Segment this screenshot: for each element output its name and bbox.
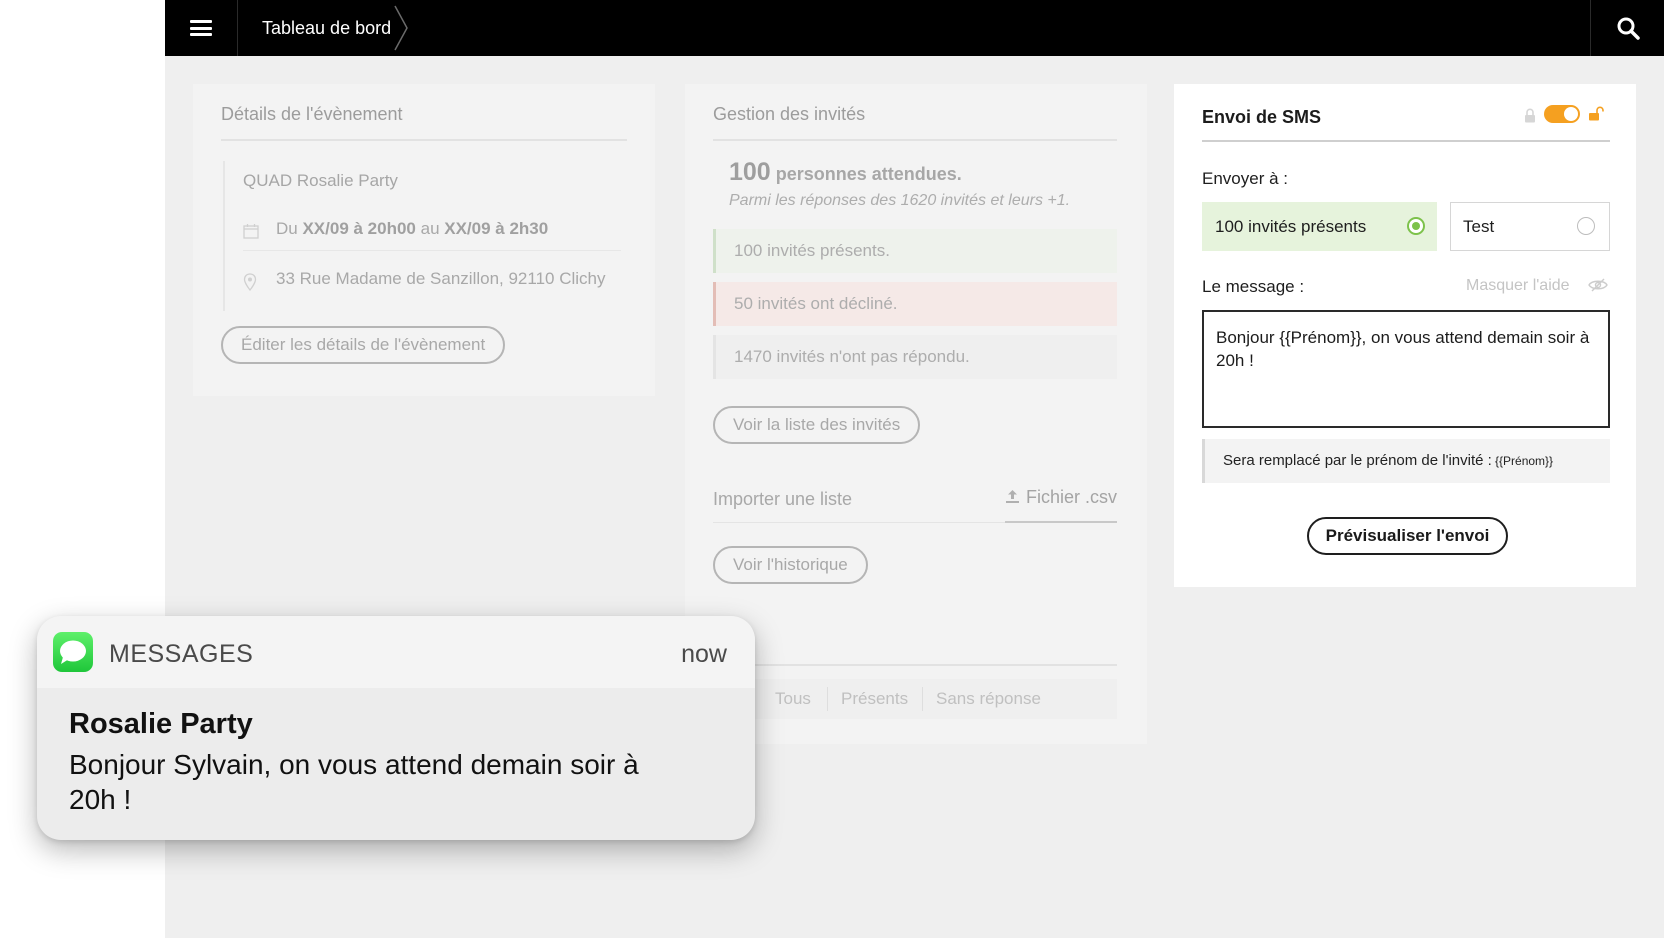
filter-tab-present[interactable]: Présents [841, 689, 908, 709]
tab-separator [827, 687, 828, 711]
import-file-underline [1005, 521, 1117, 523]
filter-tab-all[interactable]: Tous [775, 689, 811, 709]
menu-button[interactable] [165, 0, 238, 56]
notification-app-name: MESSAGES [109, 640, 254, 668]
expected-guests: 100 personnes attendues. [729, 158, 962, 187]
hide-help-link[interactable]: Masquer l'aide [1466, 277, 1570, 295]
calendar-icon [243, 224, 259, 239]
event-card-title: Détails de l'évènement [221, 104, 403, 124]
divider [1202, 140, 1610, 142]
speech-bubble-icon [60, 640, 86, 664]
help-text: Sera remplacé par le prénom de l'invité … [1223, 452, 1492, 469]
import-list-label: Importer une liste [713, 489, 853, 509]
map-pin-icon [243, 273, 257, 291]
divider [221, 139, 627, 141]
toggle-knob [1564, 107, 1578, 121]
notification-header: MESSAGES now [37, 616, 755, 688]
guests-subtitle: Parmi les réponses des 1620 invités et l… [729, 192, 1071, 209]
notification-body: Bonjour Sylvain, on vous attend demain s… [69, 749, 639, 815]
status-no-reply-row: 1470 invités n'ont pas répondu. [713, 335, 1117, 379]
top-bar: Tableau de bord [165, 0, 1664, 56]
eye-slash-icon [1588, 278, 1608, 292]
filter-tab-no-reply[interactable]: Sans réponse [936, 689, 1041, 709]
help-hint-box: Sera remplacé par le prénom de l'invité … [1202, 439, 1610, 483]
app-root: Tableau de bord Détails de l'évènement Q… [0, 0, 1664, 938]
divider [713, 139, 1117, 141]
upload-icon [1006, 490, 1019, 503]
event-address: 33 Rue Madame de Sanzillon, 92110 Clichy [276, 269, 606, 288]
sms-card: Envoi de SMS Envoyer à : 100 invités pré… [1174, 84, 1636, 587]
messages-app-icon [53, 632, 93, 672]
date-start: XX/09 à 20h00 [302, 219, 416, 238]
search-icon [1617, 17, 1640, 40]
status-present-row: 100 invités présents. [713, 229, 1117, 273]
notification-time: now [681, 640, 727, 668]
import-csv-link[interactable]: Fichier .csv [1005, 487, 1117, 508]
notification-title: Rosalie Party [69, 708, 253, 740]
import-file-label: Fichier .csv [1026, 487, 1118, 507]
guests-card-title: Gestion des invités [713, 104, 866, 124]
breadcrumb[interactable]: Tableau de bord [262, 0, 391, 56]
guest-filter-tabs: Tous Présents Sans réponse [713, 679, 1117, 719]
expected-count: 100 [729, 158, 771, 186]
edit-event-button[interactable]: Éditer les détails de l'évènement [221, 326, 506, 364]
breadcrumb-chevron-icon [394, 5, 408, 51]
sms-card-title: Envoi de SMS [1202, 107, 1322, 127]
event-details-card: Détails de l'évènement QUAD Rosalie Part… [193, 84, 655, 396]
radio-unselected-icon [1577, 217, 1595, 235]
date-prefix: Du [276, 219, 303, 238]
tab-separator [922, 687, 923, 711]
lock-open-icon [1589, 106, 1604, 121]
lock-closed-icon [1525, 108, 1535, 123]
event-info-block: QUAD Rosalie Party Du XX/09 à 20h00 au X… [223, 161, 621, 311]
preview-send-button[interactable]: Prévisualiser l'envoi [1307, 517, 1508, 555]
hamburger-icon [190, 20, 212, 36]
message-label: Le message : [1202, 277, 1305, 296]
event-name: QUAD Rosalie Party [243, 171, 398, 190]
help-placeholder-code: {{Prénom}} [1495, 454, 1554, 468]
expected-label: personnes attendues. [770, 164, 962, 184]
event-date: Du XX/09 à 20h00 au XX/09 à 2h30 [276, 219, 548, 239]
date-middle: au [415, 219, 445, 238]
sms-lock-toggle[interactable] [1544, 105, 1580, 123]
status-declined-row: 50 invités ont décliné. [713, 282, 1117, 326]
option-test-label: Test [1463, 217, 1495, 236]
event-date-row: Du XX/09 à 20h00 au XX/09 à 2h30 [243, 211, 621, 251]
message-textarea[interactable]: Bonjour {{Prénom}}, on vous attend demai… [1202, 310, 1610, 428]
date-end: XX/09 à 2h30 [444, 219, 549, 238]
send-to-label: Envoyer à : [1202, 169, 1288, 188]
sms-notification[interactable]: MESSAGES now Rosalie Party Bonjour Sylva… [37, 616, 755, 840]
search-button[interactable] [1590, 0, 1664, 56]
view-history-button[interactable]: Voir l'historique [713, 546, 868, 584]
view-guest-list-button[interactable]: Voir la liste des invités [713, 406, 921, 444]
recipient-option-present[interactable]: 100 invités présents [1202, 202, 1437, 251]
divider [713, 664, 1117, 666]
event-address-row: 33 Rue Madame de Sanzillon, 92110 Clichy [243, 261, 621, 301]
recipient-option-test[interactable]: Test [1450, 202, 1610, 251]
radio-selected-icon [1407, 217, 1425, 235]
option-present-label: 100 invités présents [1215, 217, 1367, 236]
